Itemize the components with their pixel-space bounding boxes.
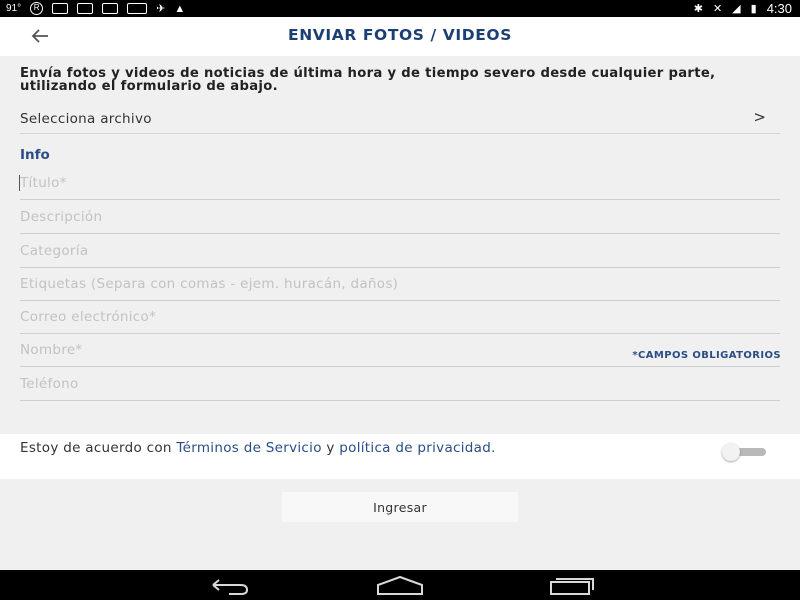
system-nav-bar [0, 570, 800, 600]
download-icon [52, 3, 69, 14]
app-header: ENVIAR FOTOS / VIDEOS [0, 17, 800, 56]
bluetooth-icon: ✱ [693, 3, 703, 15]
warning-icon: ▲ [174, 2, 186, 15]
barcode-icon [127, 3, 148, 14]
terms-row: Estoy de acuerdo con Términos de Servici… [0, 434, 800, 479]
submit-area: Ingresar [0, 479, 800, 570]
title-field[interactable] [20, 166, 780, 200]
phone-field[interactable] [20, 367, 780, 401]
recents-nav-icon [550, 578, 594, 595]
nav-home-button[interactable] [376, 574, 424, 596]
intro-text: Envía fotos y videos de noticias de últi… [20, 66, 716, 94]
wifi-icon: ◢ [732, 3, 741, 15]
page-title: ENVIAR FOTOS / VIDEOS [288, 26, 512, 44]
status-bar: 91° R ✈ ▲ ✱ ✕ ◢ ▮ 4:30 [0, 0, 800, 17]
form-area: Envía fotos y videos de noticias de últi… [0, 56, 800, 434]
privacy-policy-link[interactable]: política de privacidad [339, 440, 491, 456]
submit-button[interactable]: Ingresar [282, 492, 518, 522]
terms-middle: y [321, 440, 340, 456]
terms-toggle[interactable] [722, 443, 768, 461]
card-icon [102, 3, 119, 14]
required-fields-note: *CAMPOS OBLIGATORIOS [632, 350, 781, 361]
nav-recents-button[interactable] [548, 574, 596, 596]
info-section-heading: Info [20, 147, 50, 163]
toggle-thumb [722, 443, 740, 461]
clock-text: 4:30 [766, 1, 792, 16]
terms-of-service-link[interactable]: Términos de Servicio [176, 440, 321, 456]
back-nav-icon [212, 579, 249, 595]
description-field[interactable] [20, 200, 780, 234]
terms-prefix: Estoy de acuerdo con [20, 440, 177, 456]
chevron-right-icon: > [753, 108, 766, 126]
terms-text: Estoy de acuerdo con Términos de Servici… [20, 441, 660, 455]
tags-field[interactable] [20, 267, 780, 301]
plane-icon: ✈ [156, 3, 166, 15]
select-file-label: Selecciona archivo [20, 111, 152, 127]
text-cursor [19, 175, 20, 191]
email-field[interactable] [20, 300, 780, 334]
home-nav-icon [377, 575, 423, 595]
mute-icon: ✕ [712, 3, 723, 15]
category-field[interactable] [20, 234, 780, 268]
news-icon [77, 3, 94, 14]
terms-suffix: . [491, 440, 496, 456]
registered-icon: R [30, 2, 44, 15]
select-file-row[interactable]: Selecciona archivo > [20, 106, 780, 134]
nav-back-button[interactable] [205, 574, 253, 596]
battery-icon: ▮ [750, 3, 757, 15]
temperature-text: 91° [6, 3, 22, 14]
